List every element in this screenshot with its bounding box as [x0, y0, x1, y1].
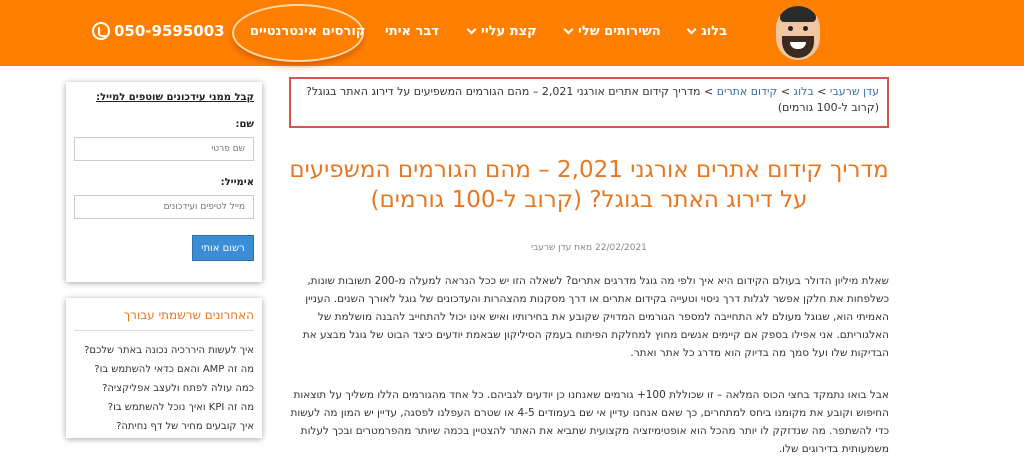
article-meta: 22/02/2021 מאת עדן שרעבי — [531, 243, 647, 253]
article-paragraph: שאלת מיליון הדולר בעולם הקידום היא איך ו… — [302, 275, 889, 359]
email-input[interactable] — [74, 195, 254, 219]
chevron-down-icon — [563, 24, 574, 35]
nav-item-about[interactable]: קצת עליי — [466, 24, 537, 39]
subscribe-button[interactable]: רשום אותי — [192, 235, 254, 261]
nav-item-services[interactable]: השירותים שלי — [563, 24, 661, 39]
phone-icon — [92, 22, 110, 40]
article-paragraph: אבל בואו נתמקד בחצי הכוס המלאה – זו שכול… — [290, 389, 889, 455]
name-label: שם: — [235, 119, 254, 130]
nav-label: דבר איתי — [385, 24, 439, 39]
recent-posts-title: האחרונים שרשמתי עבורך — [74, 308, 254, 331]
breadcrumb-category-link[interactable]: קידום אתרים — [717, 85, 778, 98]
recent-post-link[interactable]: איך לעשות היררכיה נכונה באתר שלכם? — [74, 341, 254, 360]
breadcrumb: עדן שרעבי > בלוג > קידום אתרים > מדריך ק… — [289, 77, 889, 128]
avatar-eye — [803, 26, 808, 31]
avatar-hair — [780, 6, 816, 22]
nav-label: קצת עליי — [481, 24, 537, 39]
avatar-eye — [788, 26, 793, 31]
chevron-down-icon — [686, 24, 697, 35]
nav-item-blog[interactable]: בלוג — [686, 24, 728, 39]
site-logo-avatar[interactable] — [776, 6, 820, 60]
phone-number: 050-9595003 — [114, 22, 225, 40]
recent-posts-widget: האחרונים שרשמתי עבורך איך לעשות היררכיה … — [66, 298, 262, 438]
breadcrumb-separator: > — [817, 85, 827, 98]
breadcrumb-home-link[interactable]: עדן שרעבי — [830, 85, 879, 98]
phone-link[interactable]: 050-9595003 — [92, 22, 225, 40]
nav-item-courses[interactable]: קורסים אינטרנטיים — [250, 24, 365, 39]
name-input[interactable] — [74, 137, 254, 161]
newsletter-widget: קבל ממני עידכונים שוטפים למייל: שם: אימי… — [66, 82, 262, 282]
recent-post-link[interactable]: מה זה KPI ואיך נוכל להשתמש בו? — [74, 398, 254, 417]
nav-item-contact[interactable]: דבר איתי — [385, 24, 439, 39]
article-title: מדריך קידום אתרים אורגני 2,021 – מהם הגו… — [289, 157, 889, 213]
chevron-down-icon — [466, 24, 477, 35]
recent-post-link[interactable]: איך קובעים מחיר של דף נחיתה? — [74, 417, 254, 436]
nav-label: השירותים שלי — [578, 24, 661, 39]
recent-post-link[interactable]: כמה עולה לפתח ולעצב אפליקציה? — [74, 379, 254, 398]
breadcrumb-separator: > — [703, 85, 714, 98]
nav-label: בלוג — [701, 24, 728, 39]
breadcrumb-blog-link[interactable]: בלוג — [794, 85, 814, 98]
breadcrumb-separator: > — [780, 85, 791, 98]
email-label: אימייל: — [220, 177, 254, 188]
recent-post-link[interactable]: מה זה AMP והאם כדאי להשתמש בו? — [74, 360, 254, 379]
nav-label: קורסים אינטרנטיים — [250, 24, 366, 39]
newsletter-title: קבל ממני עידכונים שוטפים למייל: — [96, 92, 254, 103]
